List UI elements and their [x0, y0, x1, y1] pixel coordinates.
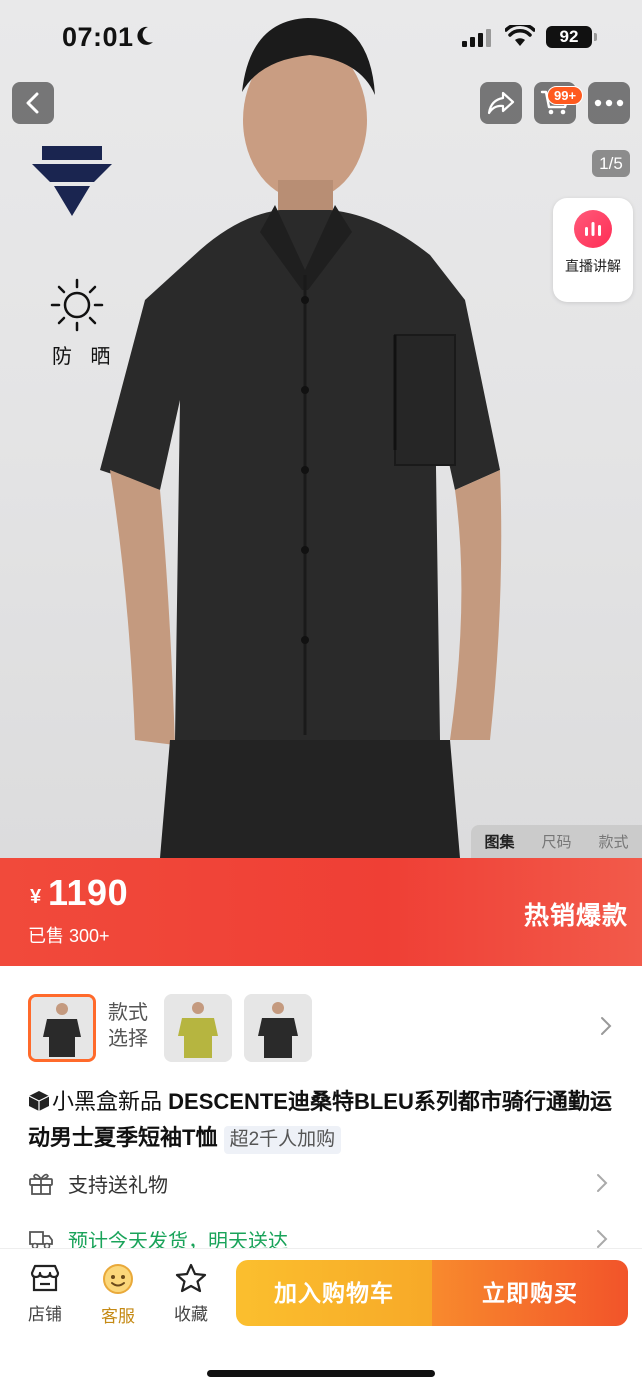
moon-icon — [137, 26, 153, 45]
brand-tag: 小黑盒新品 — [52, 1089, 163, 1114]
product-info: 款式 选择 小黑盒新品 DESCENTE迪桑特BLEU系列都市骑行通勤运动男士夏… — [0, 966, 642, 1248]
share-button[interactable] — [480, 82, 522, 124]
product-title: 小黑盒新品 DESCENTE迪桑特BLEU系列都市骑行通勤运动男士夏季短袖T恤 … — [28, 1084, 628, 1156]
hot-sale-tag: 热销爆款 — [523, 902, 628, 930]
image-tabs: 图集 尺码 款式 — [471, 825, 642, 858]
chevron-right-icon[interactable] — [600, 1016, 612, 1036]
gift-row[interactable]: 支持送礼物 — [28, 1166, 618, 1200]
live-explain-button[interactable]: 直播讲解 — [553, 198, 633, 302]
sun-icon — [50, 278, 104, 332]
join-count-badge: 超2千人加购 — [223, 1126, 342, 1154]
tab-style[interactable]: 款式 — [598, 831, 628, 852]
tab-size[interactable]: 尺码 — [541, 831, 571, 852]
delivery-row[interactable]: 预计今天发货，明天送达 — [28, 1222, 618, 1248]
live-icon — [574, 210, 612, 248]
chevron-right-icon — [597, 1230, 608, 1248]
more-button[interactable] — [588, 82, 630, 124]
chevron-right-icon — [597, 1174, 608, 1192]
product-image-gallery[interactable]: 防 晒 07:01 92 99+ 1/5 直播讲解 图集 尺码 款式 — [0, 0, 642, 858]
currency-symbol: ¥ — [30, 886, 42, 908]
gift-text: 支持送礼物 — [68, 1174, 168, 1197]
status-time: 07:01 — [62, 22, 134, 52]
feature-label: 防 晒 — [52, 344, 117, 368]
back-button[interactable] — [12, 82, 54, 124]
signal-icon — [462, 29, 491, 47]
service-label: 客服 — [101, 1307, 135, 1326]
status-bar: 07:01 92 — [0, 0, 642, 76]
cart-count-badge: 99+ — [547, 86, 584, 105]
store-icon — [30, 1264, 60, 1292]
home-indicator — [207, 1370, 435, 1377]
store-button[interactable]: 店铺 — [18, 1263, 72, 1325]
gift-icon — [29, 1173, 53, 1195]
delivery-text: 预计今天发货，明天送达 — [68, 1230, 288, 1249]
tab-gallery[interactable]: 图集 — [484, 831, 514, 852]
share-icon — [487, 91, 515, 115]
price-banner: ¥ 1190 已售 300+ 热销爆款 — [0, 858, 642, 966]
product-model-photo — [100, 18, 502, 858]
battery-indicator: 92 — [546, 26, 592, 48]
favorite-button[interactable]: 收藏 — [164, 1263, 218, 1325]
bottom-action-bar: 店铺 客服 收藏 加入购物车 立即购买 — [0, 1248, 642, 1389]
variant-label-line1: 款式 — [108, 1002, 148, 1024]
descente-logo — [32, 146, 112, 216]
service-icon — [103, 1264, 133, 1294]
variant-thumb-olive[interactable] — [164, 994, 232, 1062]
buy-now-button[interactable]: 立即购买 — [432, 1260, 628, 1326]
more-icon — [594, 99, 624, 107]
variant-label: 款式 选择 — [108, 1000, 148, 1052]
truck-icon — [29, 1231, 53, 1248]
sold-count: 已售 300+ — [28, 926, 110, 946]
live-label: 直播讲解 — [565, 258, 621, 274]
black-box-icon — [28, 1091, 50, 1111]
variant-selector[interactable]: 款式 选择 — [28, 994, 628, 1062]
variant-thumb-black[interactable] — [244, 994, 312, 1062]
add-to-cart-button[interactable]: 加入购物车 — [236, 1260, 432, 1326]
store-label: 店铺 — [28, 1305, 62, 1324]
variant-thumb-black-selected[interactable] — [28, 994, 96, 1062]
favorite-label: 收藏 — [174, 1305, 208, 1324]
chevron-left-icon — [26, 92, 39, 114]
star-icon — [175, 1263, 207, 1293]
service-button[interactable]: 客服 — [91, 1263, 145, 1327]
price-value: 1190 — [48, 872, 129, 913]
battery-tip — [594, 33, 597, 41]
image-page-indicator: 1/5 — [592, 150, 630, 177]
variant-label-line2: 选择 — [108, 1028, 148, 1050]
wifi-icon — [505, 25, 535, 46]
